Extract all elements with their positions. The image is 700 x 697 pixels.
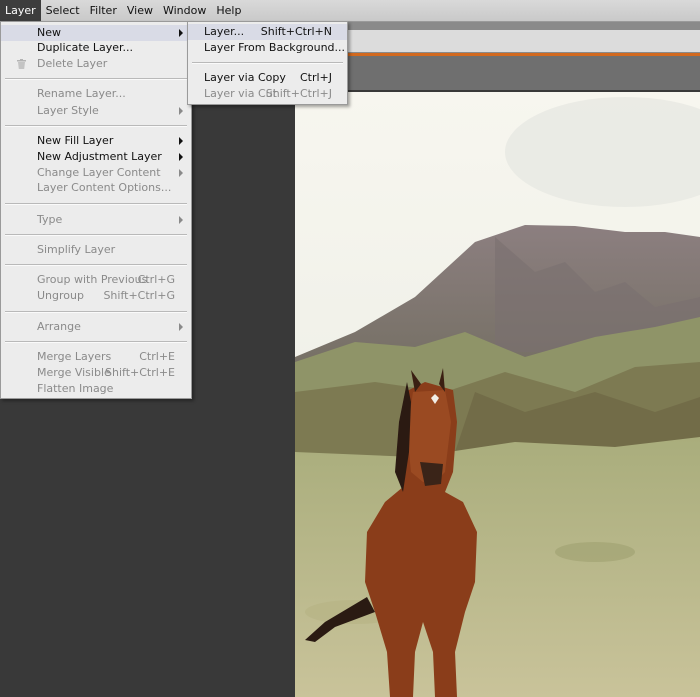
submenu-item-layer-from-background[interactable]: Layer From Background...	[188, 40, 347, 56]
menu-item-ungroup[interactable]: Ungroup Shift+Ctrl+G	[1, 288, 191, 304]
menu-item-label: Layer Content Options...	[37, 181, 172, 194]
menu-item-new-adjustment-layer[interactable]: New Adjustment Layer	[1, 149, 191, 165]
menu-item-label: Merge Visible	[37, 366, 111, 379]
shortcut-label: Ctrl+J	[299, 71, 332, 84]
menu-separator	[5, 341, 187, 343]
menu-help[interactable]: Help	[211, 0, 246, 21]
menu-item-label: Type	[37, 213, 63, 226]
menu-item-label: Simplify Layer	[37, 243, 116, 256]
menu-separator	[5, 203, 187, 205]
shortcut-label: Shift+Ctrl+N	[260, 25, 332, 38]
submenu-arrow-icon	[179, 137, 183, 145]
menu-select[interactable]: Select	[41, 0, 85, 21]
menu-bar: Layer Select Filter View Window Help	[0, 0, 700, 22]
menu-item-layer-style[interactable]: Layer Style	[1, 103, 191, 119]
menu-separator	[5, 264, 187, 266]
menu-item-label: Group with Previous	[37, 273, 148, 286]
menu-separator	[5, 125, 187, 127]
menu-item-merge-layers[interactable]: Merge Layers Ctrl+E	[1, 349, 191, 365]
horse-photo	[295, 92, 700, 697]
submenu-arrow-icon	[179, 153, 183, 161]
trash-icon	[17, 59, 26, 69]
menu-item-label: Arrange	[37, 320, 81, 333]
submenu-item-layer-via-cut[interactable]: Layer via Cut Shift+Ctrl+J	[188, 86, 347, 102]
menu-item-new-fill-layer[interactable]: New Fill Layer	[1, 133, 191, 149]
menu-window[interactable]: Window	[158, 0, 211, 21]
menu-item-label: Flatten Image	[37, 382, 114, 395]
menu-item-label: Change Layer Content	[37, 166, 161, 179]
menu-item-type[interactable]: Type	[1, 212, 191, 228]
menu-view[interactable]: View	[122, 0, 158, 21]
menu-item-label: New Adjustment Layer	[37, 150, 162, 163]
menu-item-label: Layer via Copy	[204, 71, 286, 84]
menu-item-new[interactable]: New	[1, 25, 191, 41]
menu-item-label: Merge Layers	[37, 350, 112, 363]
menu-item-delete-layer[interactable]: Delete Layer	[1, 56, 191, 72]
menu-separator	[192, 62, 343, 64]
menu-item-layer-content-options[interactable]: Layer Content Options...	[1, 180, 191, 196]
new-submenu: Layer... Shift+Ctrl+N Layer From Backgro…	[187, 21, 348, 105]
shortcut-label: Shift+Ctrl+E	[105, 366, 175, 379]
shortcut-label: Shift+Ctrl+J	[265, 87, 332, 100]
menu-item-duplicate-layer[interactable]: Duplicate Layer...	[1, 40, 191, 56]
document-image[interactable]	[295, 92, 700, 697]
submenu-arrow-icon	[179, 323, 183, 331]
menu-separator	[5, 78, 187, 80]
layer-menu: New Duplicate Layer... Delete Layer Rena…	[0, 21, 192, 399]
submenu-arrow-icon	[179, 169, 183, 177]
menu-filter[interactable]: Filter	[85, 0, 122, 21]
shortcut-label: Ctrl+E	[139, 350, 175, 363]
menu-item-label: Layer...	[204, 25, 245, 38]
menu-item-rename-layer[interactable]: Rename Layer...	[1, 86, 191, 102]
submenu-arrow-icon	[179, 216, 183, 224]
submenu-item-layer[interactable]: Layer... Shift+Ctrl+N	[188, 24, 347, 40]
menu-item-merge-visible[interactable]: Merge Visible Shift+Ctrl+E	[1, 365, 191, 381]
menu-item-group-with-previous[interactable]: Group with Previous Ctrl+G	[1, 272, 191, 288]
menu-item-arrange[interactable]: Arrange	[1, 319, 191, 335]
menu-separator	[5, 311, 187, 313]
menu-layer[interactable]: Layer	[0, 0, 41, 21]
menu-item-label: Layer Style	[37, 104, 99, 117]
shortcut-label: Ctrl+G	[137, 273, 175, 286]
menu-item-label: Ungroup	[37, 289, 84, 302]
menu-separator	[5, 234, 187, 236]
menu-item-label: Layer From Background...	[204, 41, 346, 54]
menu-item-change-layer-content[interactable]: Change Layer Content	[1, 165, 191, 181]
menu-item-new-label: New	[37, 26, 61, 39]
submenu-item-layer-via-copy[interactable]: Layer via Copy Ctrl+J	[188, 70, 347, 86]
menu-item-label: Rename Layer...	[37, 87, 126, 100]
submenu-arrow-icon	[179, 29, 183, 37]
menu-item-label: New Fill Layer	[37, 134, 114, 147]
shortcut-label: Shift+Ctrl+G	[103, 289, 175, 302]
submenu-arrow-icon	[179, 107, 183, 115]
menu-item-simplify-layer[interactable]: Simplify Layer	[1, 242, 191, 258]
menu-item-label: Delete Layer	[37, 57, 108, 70]
menu-item-flatten-image[interactable]: Flatten Image	[1, 381, 191, 397]
menu-item-label: Duplicate Layer...	[37, 41, 134, 54]
